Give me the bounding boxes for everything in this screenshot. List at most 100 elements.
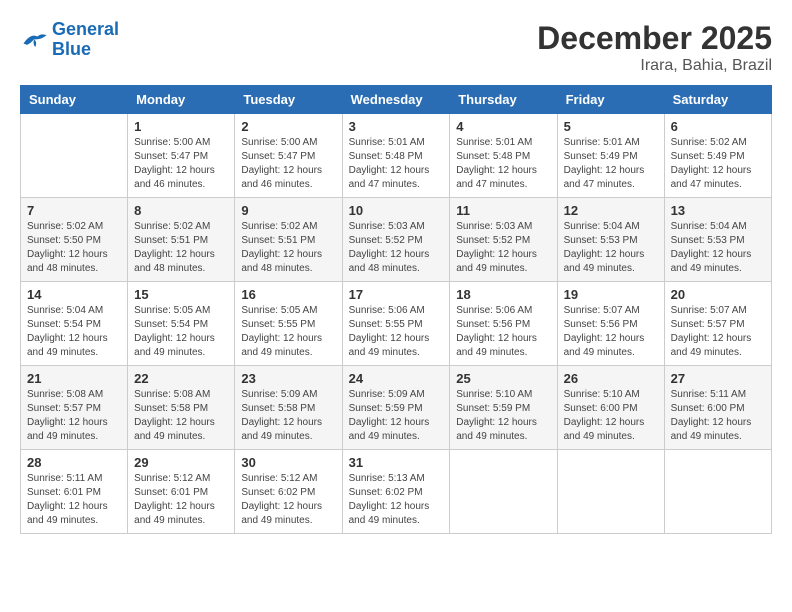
day-number: 4 [456,119,550,134]
weekday-header-friday: Friday [557,86,664,114]
day-number: 27 [671,371,765,386]
day-number: 5 [564,119,658,134]
calendar-cell: 2 Sunrise: 5:00 AM Sunset: 5:47 PM Daylig… [235,114,342,198]
day-number: 29 [134,455,228,470]
day-info: Sunrise: 5:03 AM Sunset: 5:52 PM Dayligh… [456,220,550,276]
calendar-cell: 23 Sunrise: 5:09 AM Sunset: 5:58 PM Dayli… [235,366,342,450]
calendar-cell: 3 Sunrise: 5:01 AM Sunset: 5:48 PM Daylig… [342,114,450,198]
day-info: Sunrise: 5:03 AM Sunset: 5:52 PM Dayligh… [349,220,444,276]
week-row-1: 1 Sunrise: 5:00 AM Sunset: 5:47 PM Daylig… [21,114,772,198]
day-info: Sunrise: 5:07 AM Sunset: 5:56 PM Dayligh… [564,304,658,360]
day-number: 16 [241,287,335,302]
day-info: Sunrise: 5:00 AM Sunset: 5:47 PM Dayligh… [134,136,228,192]
day-number: 3 [349,119,444,134]
calendar-cell: 19 Sunrise: 5:07 AM Sunset: 5:56 PM Dayli… [557,282,664,366]
calendar-cell: 13 Sunrise: 5:04 AM Sunset: 5:53 PM Dayli… [664,198,771,282]
calendar-cell: 24Sunrise: 5:09 AM Sunset: 5:59 PM Dayli… [342,366,450,450]
logo: General Blue [20,20,119,60]
calendar-cell: 7 Sunrise: 5:02 AM Sunset: 5:50 PM Daylig… [21,198,128,282]
weekday-header-tuesday: Tuesday [235,86,342,114]
day-info: Sunrise: 5:09 AM Sunset: 5:58 PM Dayligh… [241,388,335,444]
calendar-cell: 20 Sunrise: 5:07 AM Sunset: 5:57 PM Dayli… [664,282,771,366]
weekday-header-sunday: Sunday [21,86,128,114]
day-info: Sunrise: 5:09 AM Sunset: 5:59 PM Dayligh… [349,388,444,444]
day-number: 12 [564,203,658,218]
calendar-cell: 5 Sunrise: 5:01 AM Sunset: 5:49 PM Daylig… [557,114,664,198]
calendar-cell: 16Sunrise: 5:05 AM Sunset: 5:55 PM Dayli… [235,282,342,366]
logo-text: General Blue [52,20,119,60]
day-number: 28 [27,455,121,470]
calendar-cell [450,450,557,534]
calendar-cell: 22 Sunrise: 5:08 AM Sunset: 5:58 PM Dayli… [128,366,235,450]
day-info: Sunrise: 5:01 AM Sunset: 5:48 PM Dayligh… [456,136,550,192]
calendar-cell: 8 Sunrise: 5:02 AM Sunset: 5:51 PM Daylig… [128,198,235,282]
calendar-cell [21,114,128,198]
title-section: December 2025 Irara, Bahia, Brazil [537,20,772,75]
day-info: Sunrise: 5:08 AM Sunset: 5:57 PM Dayligh… [27,388,121,444]
day-number: 20 [671,287,765,302]
calendar-cell: 18 Sunrise: 5:06 AM Sunset: 5:56 PM Dayli… [450,282,557,366]
day-number: 7 [27,203,121,218]
day-number: 30 [241,455,335,470]
day-info: Sunrise: 5:11 AM Sunset: 6:00 PM Dayligh… [671,388,765,444]
day-info: Sunrise: 5:05 AM Sunset: 5:54 PM Dayligh… [134,304,228,360]
calendar-cell: 21 Sunrise: 5:08 AM Sunset: 5:57 PM Dayli… [21,366,128,450]
month-title: December 2025 [537,20,772,57]
calendar-cell: 28 Sunrise: 5:11 AM Sunset: 6:01 PM Dayli… [21,450,128,534]
day-number: 13 [671,203,765,218]
calendar-cell: 9Sunrise: 5:02 AM Sunset: 5:51 PM Daylig… [235,198,342,282]
day-number: 23 [241,371,335,386]
day-info: Sunrise: 5:06 AM Sunset: 5:56 PM Dayligh… [456,304,550,360]
week-row-4: 21 Sunrise: 5:08 AM Sunset: 5:57 PM Dayli… [21,366,772,450]
day-number: 18 [456,287,550,302]
day-info: Sunrise: 5:00 AM Sunset: 5:47 PM Dayligh… [241,136,335,192]
day-info: Sunrise: 5:01 AM Sunset: 5:48 PM Dayligh… [349,136,444,192]
day-number: 21 [27,371,121,386]
day-info: Sunrise: 5:06 AM Sunset: 5:55 PM Dayligh… [349,304,444,360]
day-number: 19 [564,287,658,302]
day-info: Sunrise: 5:04 AM Sunset: 5:53 PM Dayligh… [671,220,765,276]
weekday-header-thursday: Thursday [450,86,557,114]
day-info: Sunrise: 5:13 AM Sunset: 6:02 PM Dayligh… [349,472,444,528]
day-info: Sunrise: 5:04 AM Sunset: 5:53 PM Dayligh… [564,220,658,276]
day-number: 8 [134,203,228,218]
calendar-cell: 14 Sunrise: 5:04 AM Sunset: 5:54 PM Dayli… [21,282,128,366]
calendar-cell [557,450,664,534]
day-info: Sunrise: 5:10 AM Sunset: 6:00 PM Dayligh… [564,388,658,444]
day-info: Sunrise: 5:02 AM Sunset: 5:51 PM Dayligh… [134,220,228,276]
calendar-cell: 31 Sunrise: 5:13 AM Sunset: 6:02 PM Dayli… [342,450,450,534]
weekday-header-monday: Monday [128,86,235,114]
calendar-cell: 17 Sunrise: 5:06 AM Sunset: 5:55 PM Dayli… [342,282,450,366]
day-info: Sunrise: 5:02 AM Sunset: 5:49 PM Dayligh… [671,136,765,192]
day-info: Sunrise: 5:04 AM Sunset: 5:54 PM Dayligh… [27,304,121,360]
page-header: General Blue December 2025 Irara, Bahia,… [20,20,772,75]
calendar-cell: 1 Sunrise: 5:00 AM Sunset: 5:47 PM Daylig… [128,114,235,198]
day-number: 22 [134,371,228,386]
day-info: Sunrise: 5:08 AM Sunset: 5:58 PM Dayligh… [134,388,228,444]
day-info: Sunrise: 5:07 AM Sunset: 5:57 PM Dayligh… [671,304,765,360]
calendar-cell: 29Sunrise: 5:12 AM Sunset: 6:01 PM Dayli… [128,450,235,534]
calendar-cell: 4 Sunrise: 5:01 AM Sunset: 5:48 PM Daylig… [450,114,557,198]
location-title: Irara, Bahia, Brazil [537,57,772,75]
day-number: 2 [241,119,335,134]
calendar-cell: 25Sunrise: 5:10 AM Sunset: 5:59 PM Dayli… [450,366,557,450]
calendar-cell: 6Sunrise: 5:02 AM Sunset: 5:49 PM Daylig… [664,114,771,198]
weekday-header-wednesday: Wednesday [342,86,450,114]
day-number: 31 [349,455,444,470]
day-number: 15 [134,287,228,302]
day-number: 14 [27,287,121,302]
day-number: 26 [564,371,658,386]
day-number: 17 [349,287,444,302]
week-row-2: 7 Sunrise: 5:02 AM Sunset: 5:50 PM Daylig… [21,198,772,282]
calendar-cell: 12 Sunrise: 5:04 AM Sunset: 5:53 PM Dayli… [557,198,664,282]
weekday-header-saturday: Saturday [664,86,771,114]
calendar-cell: 26 Sunrise: 5:10 AM Sunset: 6:00 PM Dayli… [557,366,664,450]
day-number: 9 [241,203,335,218]
calendar-cell: 27 Sunrise: 5:11 AM Sunset: 6:00 PM Dayli… [664,366,771,450]
day-number: 1 [134,119,228,134]
day-number: 25 [456,371,550,386]
day-info: Sunrise: 5:02 AM Sunset: 5:50 PM Dayligh… [27,220,121,276]
weekday-header-row: SundayMondayTuesdayWednesdayThursdayFrid… [21,86,772,114]
day-info: Sunrise: 5:11 AM Sunset: 6:01 PM Dayligh… [27,472,121,528]
day-info: Sunrise: 5:01 AM Sunset: 5:49 PM Dayligh… [564,136,658,192]
